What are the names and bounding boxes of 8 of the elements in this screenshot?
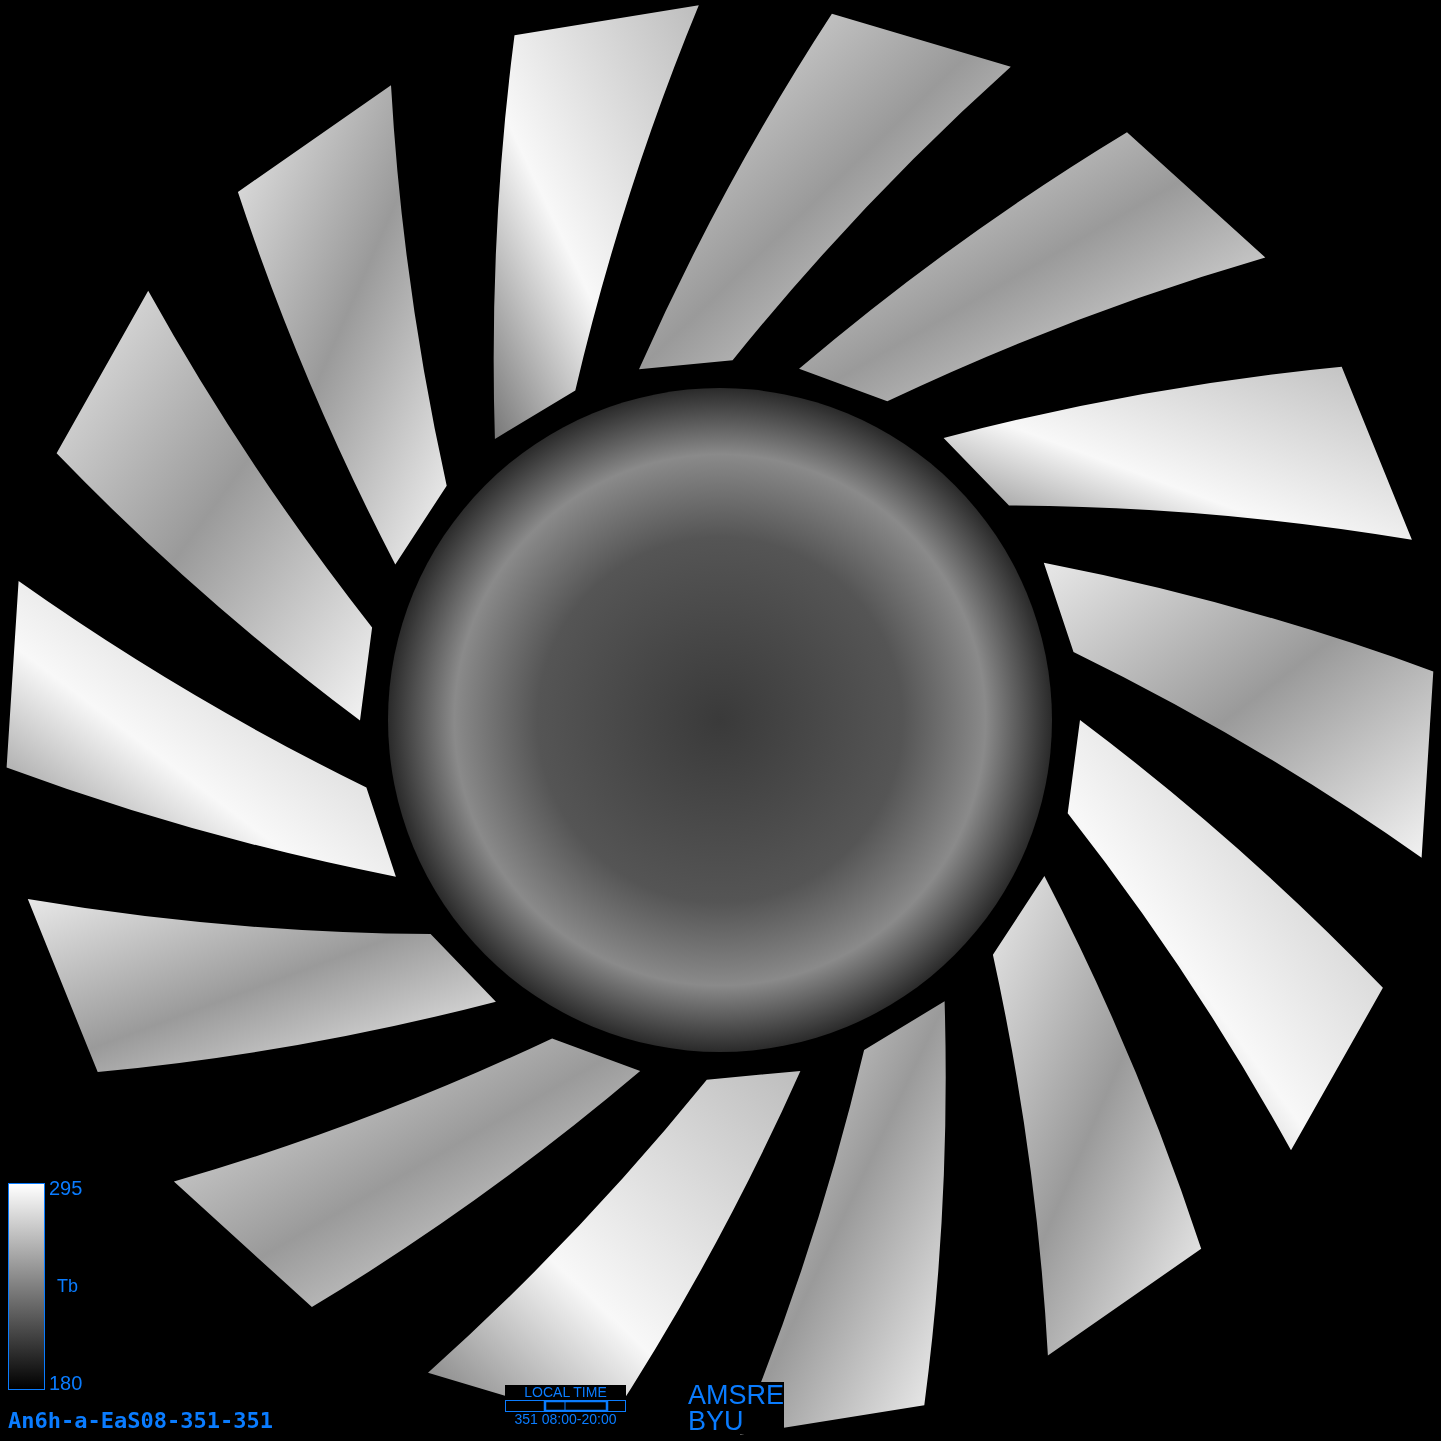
- local-time-range: 351 08:00-20:00: [514, 1412, 617, 1427]
- product-id: An6h-a-EaS08-351-351: [8, 1408, 273, 1433]
- local-time-title: LOCAL TIME: [524, 1385, 607, 1400]
- scale-max-label: 295: [49, 1177, 83, 1200]
- credit-label: BYU: [688, 1408, 745, 1434]
- scale-min-label: 180: [49, 1372, 83, 1395]
- credit-label: AMSRE: [688, 1382, 785, 1408]
- scale-title: Tb: [57, 1275, 79, 1297]
